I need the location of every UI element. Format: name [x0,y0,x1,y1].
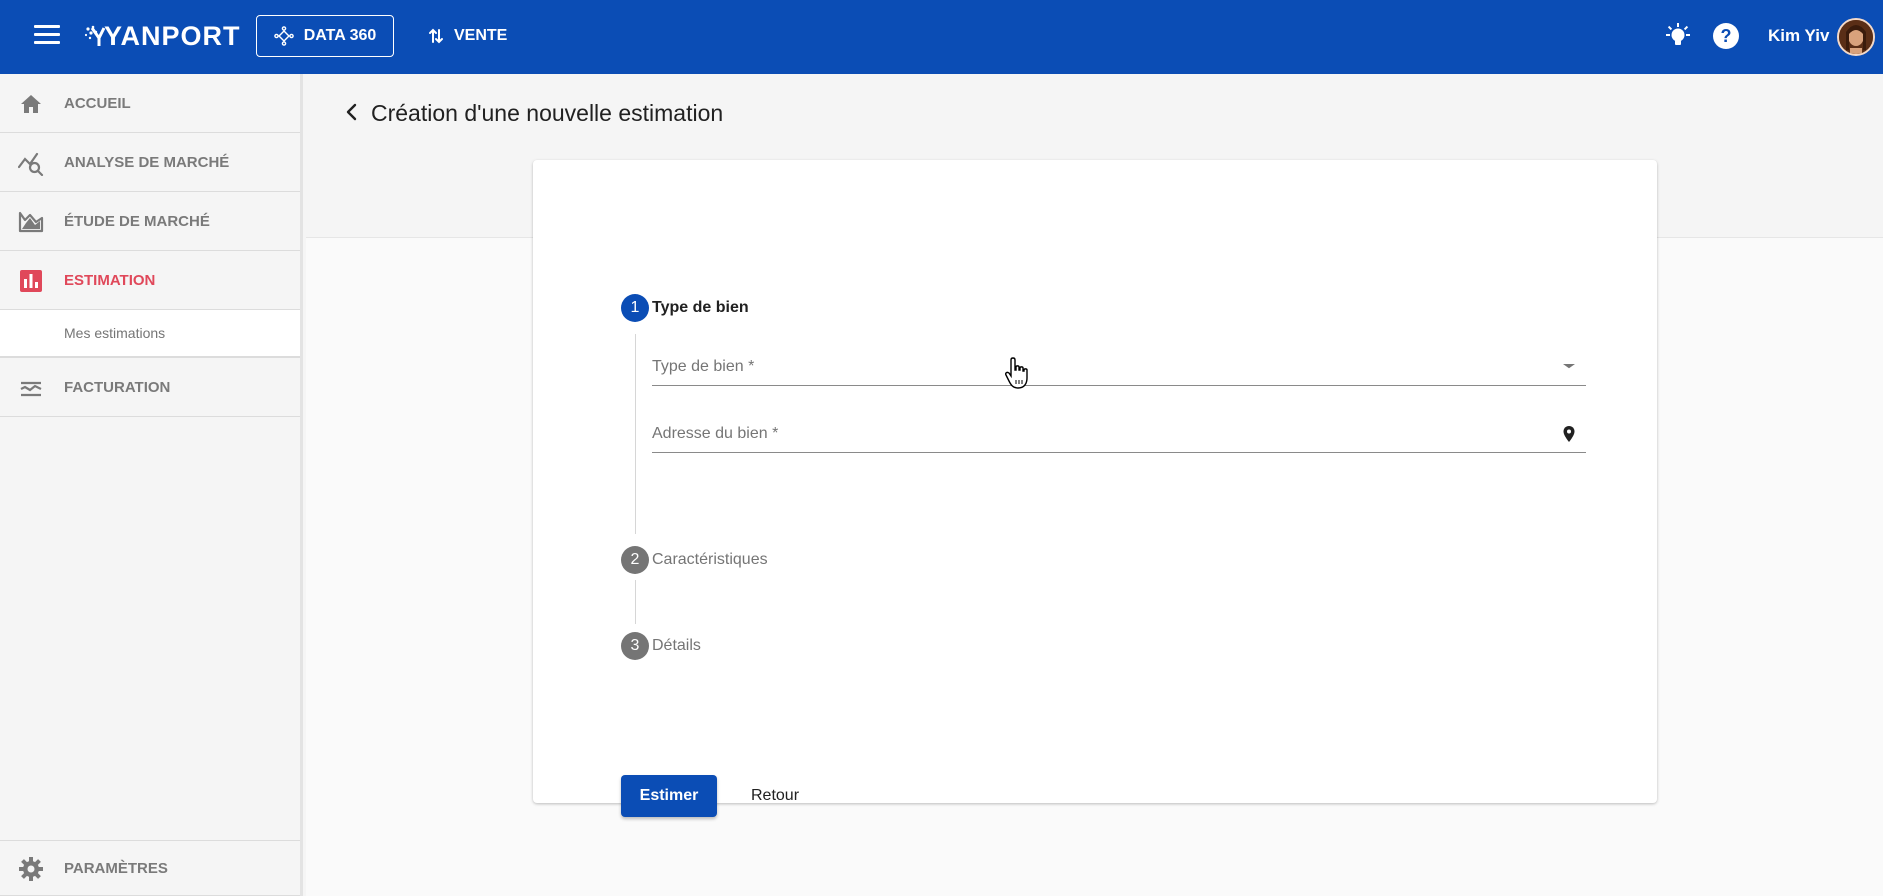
adresse-du-bien-placeholder: Adresse du bien * [652,425,779,442]
logo-mark-icon [84,25,106,46]
retour-button[interactable]: Retour [743,775,807,817]
swap-vertical-icon [429,28,443,44]
location-pin-icon [1563,426,1575,442]
sidebar-item-label: ANALYSE DE MARCHÉ [64,153,230,171]
sidebar-item-label: PARAMÈTRES [64,859,168,877]
area-chart-icon [18,211,44,233]
data360-icon [273,26,294,46]
sidebar-item-label: ESTIMATION [64,271,156,289]
sidebar-item-label: ÉTUDE DE MARCHÉ [64,212,210,230]
step-2-circle[interactable]: 2 [621,546,649,574]
sidebar-item-label: ACCUEIL [64,94,131,112]
data360-label: DATA 360 [303,27,377,44]
step-connector [635,580,636,624]
app-logo[interactable]: YANPORT [84,20,241,52]
step-2-label[interactable]: Caractéristiques [652,551,768,569]
sidebar-subitem-label: Mes estimations [64,325,166,341]
type-de-bien-placeholder: Type de bien * [652,358,755,375]
gear-icon [19,857,43,881]
svg-text:?: ? [1721,26,1732,46]
billing-icon [20,381,42,397]
step-connector [635,334,636,534]
sidebar-item-facturation[interactable]: FACTURATION [0,358,300,417]
user-name[interactable]: Kim Yiv [1768,26,1829,46]
vente-label: VENTE [454,27,508,44]
sidebar: ACCUEIL ANALYSE DE MARCHÉ ÉTUDE DE MARCH… [0,74,303,896]
step-1-circle[interactable]: 1 [621,294,649,322]
estimer-button[interactable]: Estimer [621,775,717,817]
caret-down-icon [1563,364,1575,369]
home-icon [21,95,41,113]
sidebar-subitem-mes-estimations[interactable]: Mes estimations [0,310,300,358]
user-portrait-icon [1839,20,1873,54]
sidebar-item-label: FACTURATION [64,378,171,396]
data360-button[interactable]: DATA 360 [256,15,394,57]
step-3-circle[interactable]: 3 [621,632,649,660]
step-1-label[interactable]: Type de bien [652,299,749,317]
vente-button[interactable]: VENTE [428,15,507,57]
hand-cursor-icon [1005,357,1028,389]
estimation-stepper-card: 1 Type de bien Type de bien * Adresse du… [533,160,1657,817]
main-content: Création d'une nouvelle estimation 1 Typ… [306,74,1883,896]
avatar[interactable] [1837,18,1875,56]
sidebar-item-parametres[interactable]: PARAMÈTRES [0,840,300,896]
adresse-du-bien-input[interactable]: Adresse du bien * [652,417,1586,453]
help-icon[interactable]: ? [1711,21,1741,51]
sidebar-item-analyse-de-marche[interactable]: ANALYSE DE MARCHÉ [0,133,300,192]
sidebar-item-etude-de-marche[interactable]: ÉTUDE DE MARCHÉ [0,192,300,251]
step-3-label[interactable]: Détails [652,637,701,655]
chart-search-icon [18,152,44,176]
bar-chart-icon [20,270,42,292]
logo-text: YANPORT [104,20,241,51]
top-bar: YANPORT DATA 360 VENTE ? Kim Yiv [0,0,1883,74]
chevron-left-icon[interactable] [340,100,364,124]
page-title: Création d'une nouvelle estimation [371,100,724,126]
type-de-bien-select[interactable]: Type de bien * [652,350,1586,386]
lightbulb-icon[interactable] [1663,21,1693,51]
sidebar-item-estimation[interactable]: ESTIMATION [0,251,300,310]
menu-icon[interactable] [34,25,60,47]
sidebar-item-accueil[interactable]: ACCUEIL [0,74,300,133]
